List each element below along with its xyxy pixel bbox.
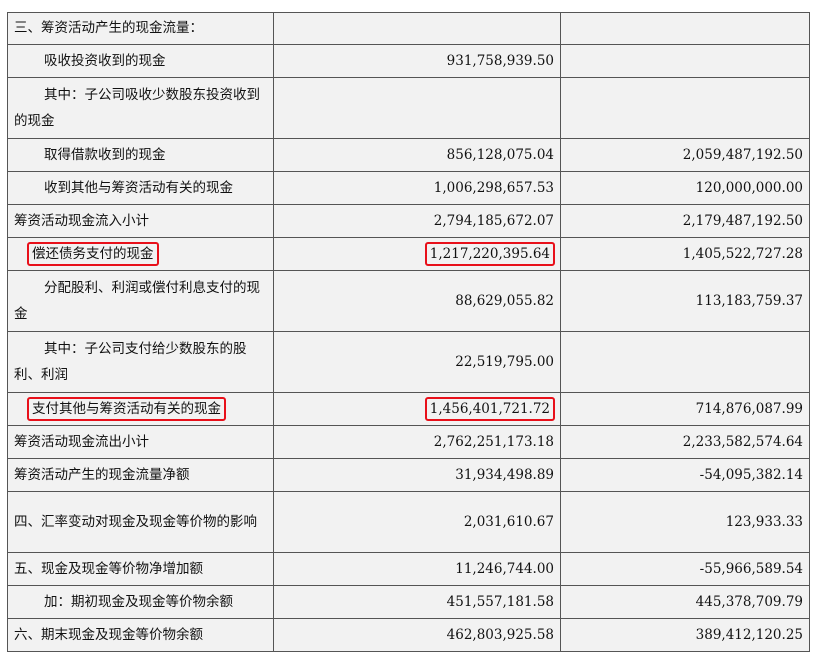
value-current: 931,758,939.50 bbox=[273, 44, 561, 78]
value-prior: 389,412,120.25 bbox=[560, 618, 810, 652]
value-prior: 714,876,087.99 bbox=[560, 392, 810, 426]
table-row: 吸收投资收到的现金 931,758,939.50 bbox=[7, 44, 810, 78]
value-prior: 1,405,522,727.28 bbox=[560, 237, 810, 271]
row-label: 吸收投资收到的现金 bbox=[7, 44, 274, 78]
value-current: 88,629,055.82 bbox=[273, 270, 561, 332]
row-label: 收到其他与筹资活动有关的现金 bbox=[7, 171, 274, 205]
table-row: 筹资活动产生的现金流量净额 31,934,498.89 -54,095,382.… bbox=[7, 458, 810, 492]
value-current: 451,557,181.58 bbox=[273, 585, 561, 619]
row-label: 其中：子公司吸收少数股东投资收到的现金 bbox=[7, 77, 274, 139]
value-prior: 2,233,582,574.64 bbox=[560, 425, 810, 459]
value-prior bbox=[560, 12, 810, 45]
row-label: 取得借款收到的现金 bbox=[7, 138, 274, 172]
table-row: 六、期末现金及现金等价物余额 462,803,925.58 389,412,12… bbox=[7, 618, 810, 652]
row-label: 三、筹资活动产生的现金流量： bbox=[7, 12, 274, 45]
value-current-cell: 1,217,220,395.64 bbox=[273, 237, 561, 271]
value-prior: -55,966,589.54 bbox=[560, 552, 810, 586]
table-row: 分配股利、利润或偿付利息支付的现金 88,629,055.82 113,183,… bbox=[7, 270, 810, 332]
highlighted-value: 1,217,220,395.64 bbox=[424, 241, 556, 266]
value-current bbox=[273, 77, 561, 139]
table-row: 取得借款收到的现金 856,128,075.04 2,059,487,192.5… bbox=[7, 138, 810, 172]
row-label: 六、期末现金及现金等价物余额 bbox=[7, 618, 274, 652]
table-row: 其中：子公司吸收少数股东投资收到的现金 bbox=[7, 77, 810, 139]
table-row: 筹资活动现金流出小计 2,762,251,173.18 2,233,582,57… bbox=[7, 425, 810, 459]
table-row-highlighted: 偿还债务支付的现金 1,217,220,395.64 1,405,522,727… bbox=[7, 237, 810, 271]
value-current: 462,803,925.58 bbox=[273, 618, 561, 652]
value-current: 856,128,075.04 bbox=[273, 138, 561, 172]
value-prior: 120,000,000.00 bbox=[560, 171, 810, 205]
value-current: 2,762,251,173.18 bbox=[273, 425, 561, 459]
value-prior: -54,095,382.14 bbox=[560, 458, 810, 492]
table-row: 五、现金及现金等价物净增加额 11,246,744.00 -55,966,589… bbox=[7, 552, 810, 586]
table-row: 三、筹资活动产生的现金流量： bbox=[7, 12, 810, 45]
value-prior bbox=[560, 77, 810, 139]
row-label: 筹资活动现金流出小计 bbox=[7, 425, 274, 459]
value-current: 2,794,185,672.07 bbox=[273, 204, 561, 238]
value-prior: 2,179,487,192.50 bbox=[560, 204, 810, 238]
value-current: 11,246,744.00 bbox=[273, 552, 561, 586]
row-label-cell: 偿还债务支付的现金 bbox=[7, 237, 274, 271]
value-current: 22,519,795.00 bbox=[273, 331, 561, 393]
value-prior: 2,059,487,192.50 bbox=[560, 138, 810, 172]
table-row: 其中：子公司支付给少数股东的股利、利润 22,519,795.00 bbox=[7, 331, 810, 393]
value-prior bbox=[560, 44, 810, 78]
value-current bbox=[273, 12, 561, 45]
row-label: 筹资活动产生的现金流量净额 bbox=[7, 458, 274, 492]
row-label: 筹资活动现金流入小计 bbox=[7, 204, 274, 238]
highlighted-label: 偿还债务支付的现金 bbox=[27, 241, 159, 266]
value-prior bbox=[560, 331, 810, 393]
table-row: 收到其他与筹资活动有关的现金 1,006,298,657.53 120,000,… bbox=[7, 171, 810, 205]
row-label: 五、现金及现金等价物净增加额 bbox=[7, 552, 274, 586]
value-current-cell: 1,456,401,721.72 bbox=[273, 392, 561, 426]
highlighted-label: 支付其他与筹资活动有关的现金 bbox=[27, 396, 226, 421]
highlighted-value: 1,456,401,721.72 bbox=[424, 396, 556, 421]
value-prior: 123,933.33 bbox=[560, 491, 810, 553]
value-current: 1,006,298,657.53 bbox=[273, 171, 561, 205]
row-label-cell: 支付其他与筹资活动有关的现金 bbox=[7, 392, 274, 426]
row-label: 分配股利、利润或偿付利息支付的现金 bbox=[7, 270, 274, 332]
value-prior: 445,378,709.79 bbox=[560, 585, 810, 619]
row-label: 加：期初现金及现金等价物余额 bbox=[7, 585, 274, 619]
table-row: 加：期初现金及现金等价物余额 451,557,181.58 445,378,70… bbox=[7, 585, 810, 619]
row-label: 四、汇率变动对现金及现金等价物的影响 bbox=[7, 491, 274, 553]
cash-flow-table: 三、筹资活动产生的现金流量： 吸收投资收到的现金 931,758,939.50 … bbox=[7, 12, 810, 652]
table-row-highlighted: 支付其他与筹资活动有关的现金 1,456,401,721.72 714,876,… bbox=[7, 392, 810, 426]
row-label: 其中：子公司支付给少数股东的股利、利润 bbox=[7, 331, 274, 393]
value-prior: 113,183,759.37 bbox=[560, 270, 810, 332]
table-row: 四、汇率变动对现金及现金等价物的影响 2,031,610.67 123,933.… bbox=[7, 491, 810, 553]
value-current: 2,031,610.67 bbox=[273, 491, 561, 553]
table-row: 筹资活动现金流入小计 2,794,185,672.07 2,179,487,19… bbox=[7, 204, 810, 238]
value-current: 31,934,498.89 bbox=[273, 458, 561, 492]
